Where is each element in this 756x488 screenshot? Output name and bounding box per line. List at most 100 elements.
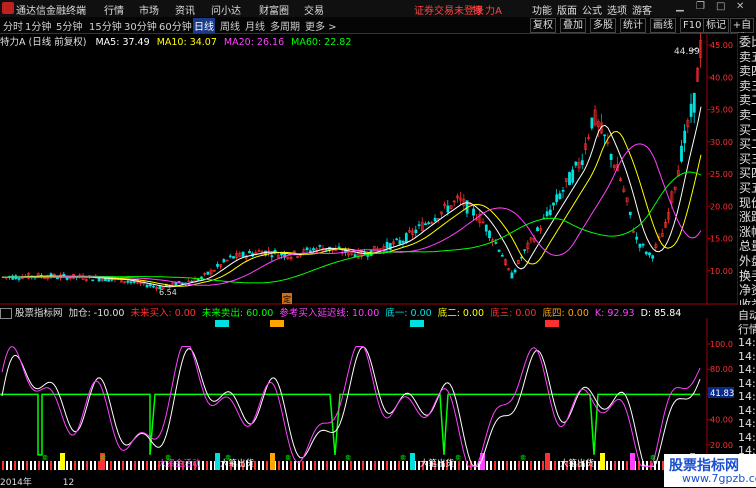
tab-60min[interactable]: 60分钟 [158, 18, 193, 33]
signal-bar [266, 461, 268, 470]
menu-zixun[interactable]: 资讯 [175, 2, 195, 17]
menu-shichang[interactable]: 市场 [139, 2, 159, 17]
signal-bar [382, 461, 384, 470]
quote-label[interactable]: 卖一 [739, 108, 756, 123]
tab-daily[interactable]: 日线 [193, 18, 215, 33]
quote-label[interactable]: 买四 [739, 166, 756, 181]
tab-5min[interactable]: 5分钟 [55, 18, 83, 33]
signal-bar [346, 461, 348, 470]
candle-body [216, 264, 219, 267]
signal-bar [626, 461, 628, 470]
candle-body [404, 233, 408, 243]
price-tick-label: 25.00 [710, 170, 733, 179]
signal-bar [258, 461, 260, 470]
quote-label[interactable]: 委比 [739, 35, 756, 50]
quote-label[interactable]: 净资 [739, 283, 756, 298]
signal-bar [302, 461, 304, 470]
signal-block [630, 453, 635, 470]
signal-block [600, 453, 605, 470]
low-price-label: 6.54 [159, 288, 177, 297]
tab-fenshi[interactable]: 分时 [2, 18, 24, 33]
quote-label[interactable]: 卖四 [739, 64, 756, 79]
event-marker[interactable]: 定 [283, 294, 291, 304]
quote-label[interactable]: 卖三 [739, 79, 756, 94]
indicator-chart[interactable]: 大资金活动大笔出货大笔出货大笔出货卖卖卖卖卖卖卖卖卖卖 100.080.0060… [0, 318, 737, 475]
signal-bar [498, 461, 500, 470]
tab-30min[interactable]: 30分钟 [123, 18, 158, 33]
quote-label[interactable]: 现价 [739, 196, 756, 211]
fuquan-button[interactable]: 复权 [530, 18, 556, 33]
indicator-tick-label: 80.00 [710, 365, 733, 374]
candle-body [536, 227, 539, 231]
candle-body [500, 255, 504, 257]
signal-bar [154, 461, 156, 470]
menu-banmian[interactable]: 版面 [557, 2, 577, 17]
quote-label[interactable]: 卖五 [739, 50, 756, 65]
menu-caifuquan[interactable]: 财富圈 [259, 2, 289, 17]
signal-bar [74, 461, 76, 470]
menu-gongshi[interactable]: 公式 [582, 2, 602, 17]
tab-more[interactable]: 更多 > [304, 18, 338, 33]
tab-monthly[interactable]: 月线 [244, 18, 266, 33]
signal-bar [34, 461, 36, 470]
multi-stock-button[interactable]: 多股 [590, 18, 616, 33]
signal-bar [486, 461, 488, 470]
signal-bar [26, 461, 28, 470]
signal-bar [130, 461, 132, 470]
candle-body [97, 278, 101, 282]
quote-label[interactable]: 换手 [739, 269, 756, 284]
restore-icon[interactable]: ❐ [696, 1, 705, 12]
signal-bar [82, 461, 84, 470]
tab-15min[interactable]: 15分钟 [88, 18, 123, 33]
candle-body [472, 208, 475, 216]
quote-label[interactable]: 涨幅 [739, 225, 756, 240]
quote-label[interactable]: 买三 [739, 152, 756, 167]
minimize-icon[interactable]: ▁ [676, 1, 684, 12]
menu-youke[interactable]: 游客 [632, 2, 652, 17]
sell-mark: 卖 [400, 455, 406, 462]
indicator-tick-label: 20.00 [710, 441, 733, 450]
candle-body [337, 246, 341, 249]
tab-multi-period[interactable]: 多周期 [269, 18, 301, 33]
statistics-button[interactable]: 统计 [620, 18, 646, 33]
quote-label[interactable]: 涨跌 [739, 210, 756, 225]
mark-button[interactable]: 标记 [703, 18, 729, 33]
menu-jiaoyi[interactable]: 交易 [304, 2, 324, 17]
tab-weekly[interactable]: 周线 [219, 18, 241, 33]
kline-chart[interactable]: 44.99 6.54 定 45.0040.0035.0030.0025.0020… [0, 33, 737, 305]
close-icon[interactable]: ✕ [736, 1, 744, 12]
quote-label[interactable]: 收益 [739, 298, 756, 305]
quote-label[interactable]: 买五 [739, 181, 756, 196]
quote-label[interactable]: 买一 [739, 123, 756, 138]
draw-line-button[interactable]: 画线 [650, 18, 676, 33]
k-line [1, 345, 701, 467]
menu-hangqing[interactable]: 行情 [104, 2, 124, 17]
candle-body [680, 145, 683, 162]
maximize-icon[interactable]: □ [716, 1, 725, 12]
menu-xuanxiang[interactable]: 选项 [607, 2, 627, 17]
signal-bar [386, 461, 388, 470]
top-signal-block [545, 320, 559, 327]
period-toolbar: 分时 1分钟 5分钟 15分钟 30分钟 60分钟 日线 周线 月线 多周期 更… [0, 17, 756, 44]
signal-bar [90, 461, 92, 470]
quote-label[interactable]: 总量 [739, 239, 756, 254]
candle-body [424, 223, 427, 226]
overlay-button[interactable]: 叠加 [560, 18, 586, 33]
f10-button[interactable]: F10 [680, 18, 705, 33]
signal-bar [618, 461, 620, 470]
quote-label[interactable]: 外盘 [739, 254, 756, 269]
watermark: 股票指标网 www.7gpzb.com [664, 454, 756, 487]
quote-label[interactable]: 买二 [739, 137, 756, 152]
quote-label[interactable]: 卖二 [739, 93, 756, 108]
signal-bar [46, 461, 48, 470]
tab-1min[interactable]: 1分钟 [24, 18, 52, 33]
indicator-info-line: 股票指标网 加仓: -10.00 未来买入: 0.00 未来卖出: 60.00 … [0, 305, 681, 319]
menu-wenxiaoda[interactable]: 问小达 [211, 2, 241, 17]
signal-bar [490, 461, 492, 470]
menu-gongneng[interactable]: 功能 [532, 2, 552, 17]
candle-body [398, 240, 402, 245]
add-favorite-button[interactable]: +自选 [730, 18, 754, 44]
signal-bar [322, 461, 324, 470]
signal-block [545, 453, 550, 470]
candle-body [497, 249, 501, 252]
